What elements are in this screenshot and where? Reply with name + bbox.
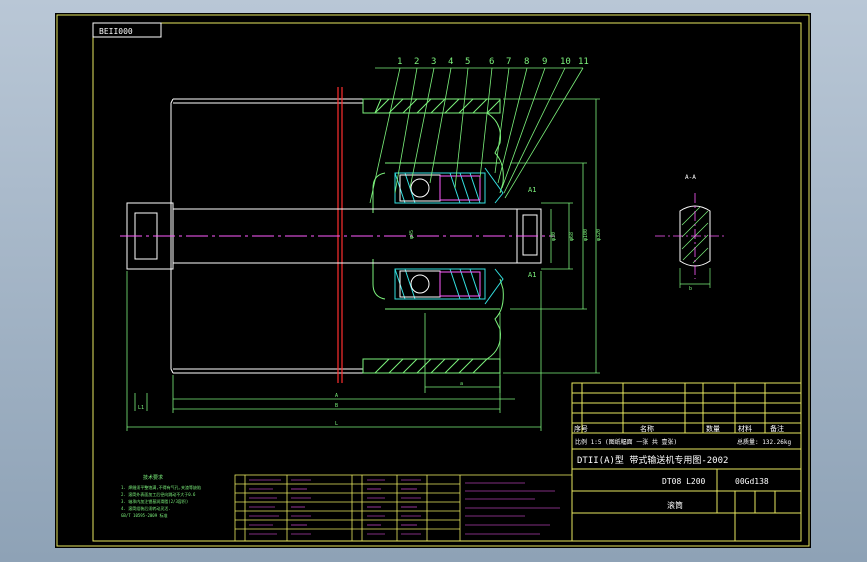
outer-frame [56, 14, 810, 547]
section-marker: A1 [528, 271, 536, 279]
tech-req-line: 1. 焊缝须平整饱满,不得有气孔,夹渣等缺陷 [121, 484, 201, 490]
cad-drawing: BEII000 1 2 3 4 5 6 7 8 9 10 11 A1 A1 φ3… [56, 14, 810, 547]
drawing-canvas: BEII000 1 2 3 4 5 6 7 8 9 10 11 A1 A1 φ3… [55, 13, 811, 548]
section-marker: A1 [528, 186, 536, 194]
header-cell: 备注 [770, 424, 784, 433]
parts-list-text-marks [249, 479, 560, 535]
part-number: 4 [448, 57, 453, 67]
header-cell: 数量 [706, 424, 720, 433]
tech-req-line: GB/T 10595-2009 标准 [121, 512, 168, 518]
drawing-number-left: DT08 L200 [662, 477, 706, 486]
scale-row: 比例 1:5 (图纸幅面 一张 共 壹张) [575, 438, 677, 446]
section-view [655, 193, 727, 288]
title-header-row: 序号 名称 数量 材料 备注 [574, 424, 784, 433]
tech-req-line: 2. 滚筒外表面加工后径向跳动不大于0.6 [121, 491, 196, 497]
dim-outer-dia: φ320 [596, 229, 602, 241]
drawing-number-right: 00Gd138 [735, 477, 769, 486]
part-number-labels: 1 2 3 4 5 6 7 8 9 10 11 [397, 57, 589, 67]
dim-hub-dia: φ68 [569, 232, 575, 241]
dim-bearing-dia: φ100 [583, 229, 589, 241]
part-number: 6 [489, 57, 494, 67]
part-number: 3 [431, 57, 436, 67]
break-lines [337, 87, 343, 383]
dim-seat-dia: φ30 [551, 232, 557, 241]
dim-body-length: B [335, 403, 338, 409]
dim-total-length: L [335, 421, 338, 427]
part-number: 9 [542, 57, 547, 67]
part-number: 8 [524, 57, 529, 67]
tech-req-title: 技术要求 [143, 474, 163, 481]
code-box-label: BEII000 [99, 27, 133, 36]
section-view-label: A-A [685, 174, 696, 181]
part-number: 5 [465, 57, 470, 67]
weight-label: 总质量: 132.26kg [737, 438, 792, 446]
dim-shaft-dia: φ45 [409, 230, 415, 239]
tech-requirements: 技术要求 1. 焊缝须平整饱满,不得有气孔,夹渣等缺陷 2. 滚筒外表面加工后径… [121, 474, 201, 518]
dim-small-length: a [460, 381, 463, 387]
dim-section-width: b [689, 286, 692, 292]
dim-a-length: A [335, 393, 338, 399]
part-number: 10 [560, 57, 571, 67]
header-cell: 材料 [738, 424, 752, 433]
part-number: 1 [397, 57, 402, 67]
part-number: 11 [578, 57, 589, 67]
header-cell: 名称 [640, 424, 654, 433]
part-name: 滚筒 [667, 500, 683, 510]
part-number: 7 [506, 57, 511, 67]
leader-lines [369, 67, 584, 204]
header-cell: 序号 [574, 424, 588, 433]
tech-req-line: 3. 轴承内加注锂基润滑脂(2/3容积) [121, 498, 188, 504]
main-title: DTII(A)型 带式输送机专用图-2002 [577, 454, 728, 466]
tech-req-line: 4. 滚筒组装后须转动灵活. [121, 505, 171, 511]
part-number: 2 [414, 57, 419, 67]
dim-end: L1 [138, 405, 144, 411]
